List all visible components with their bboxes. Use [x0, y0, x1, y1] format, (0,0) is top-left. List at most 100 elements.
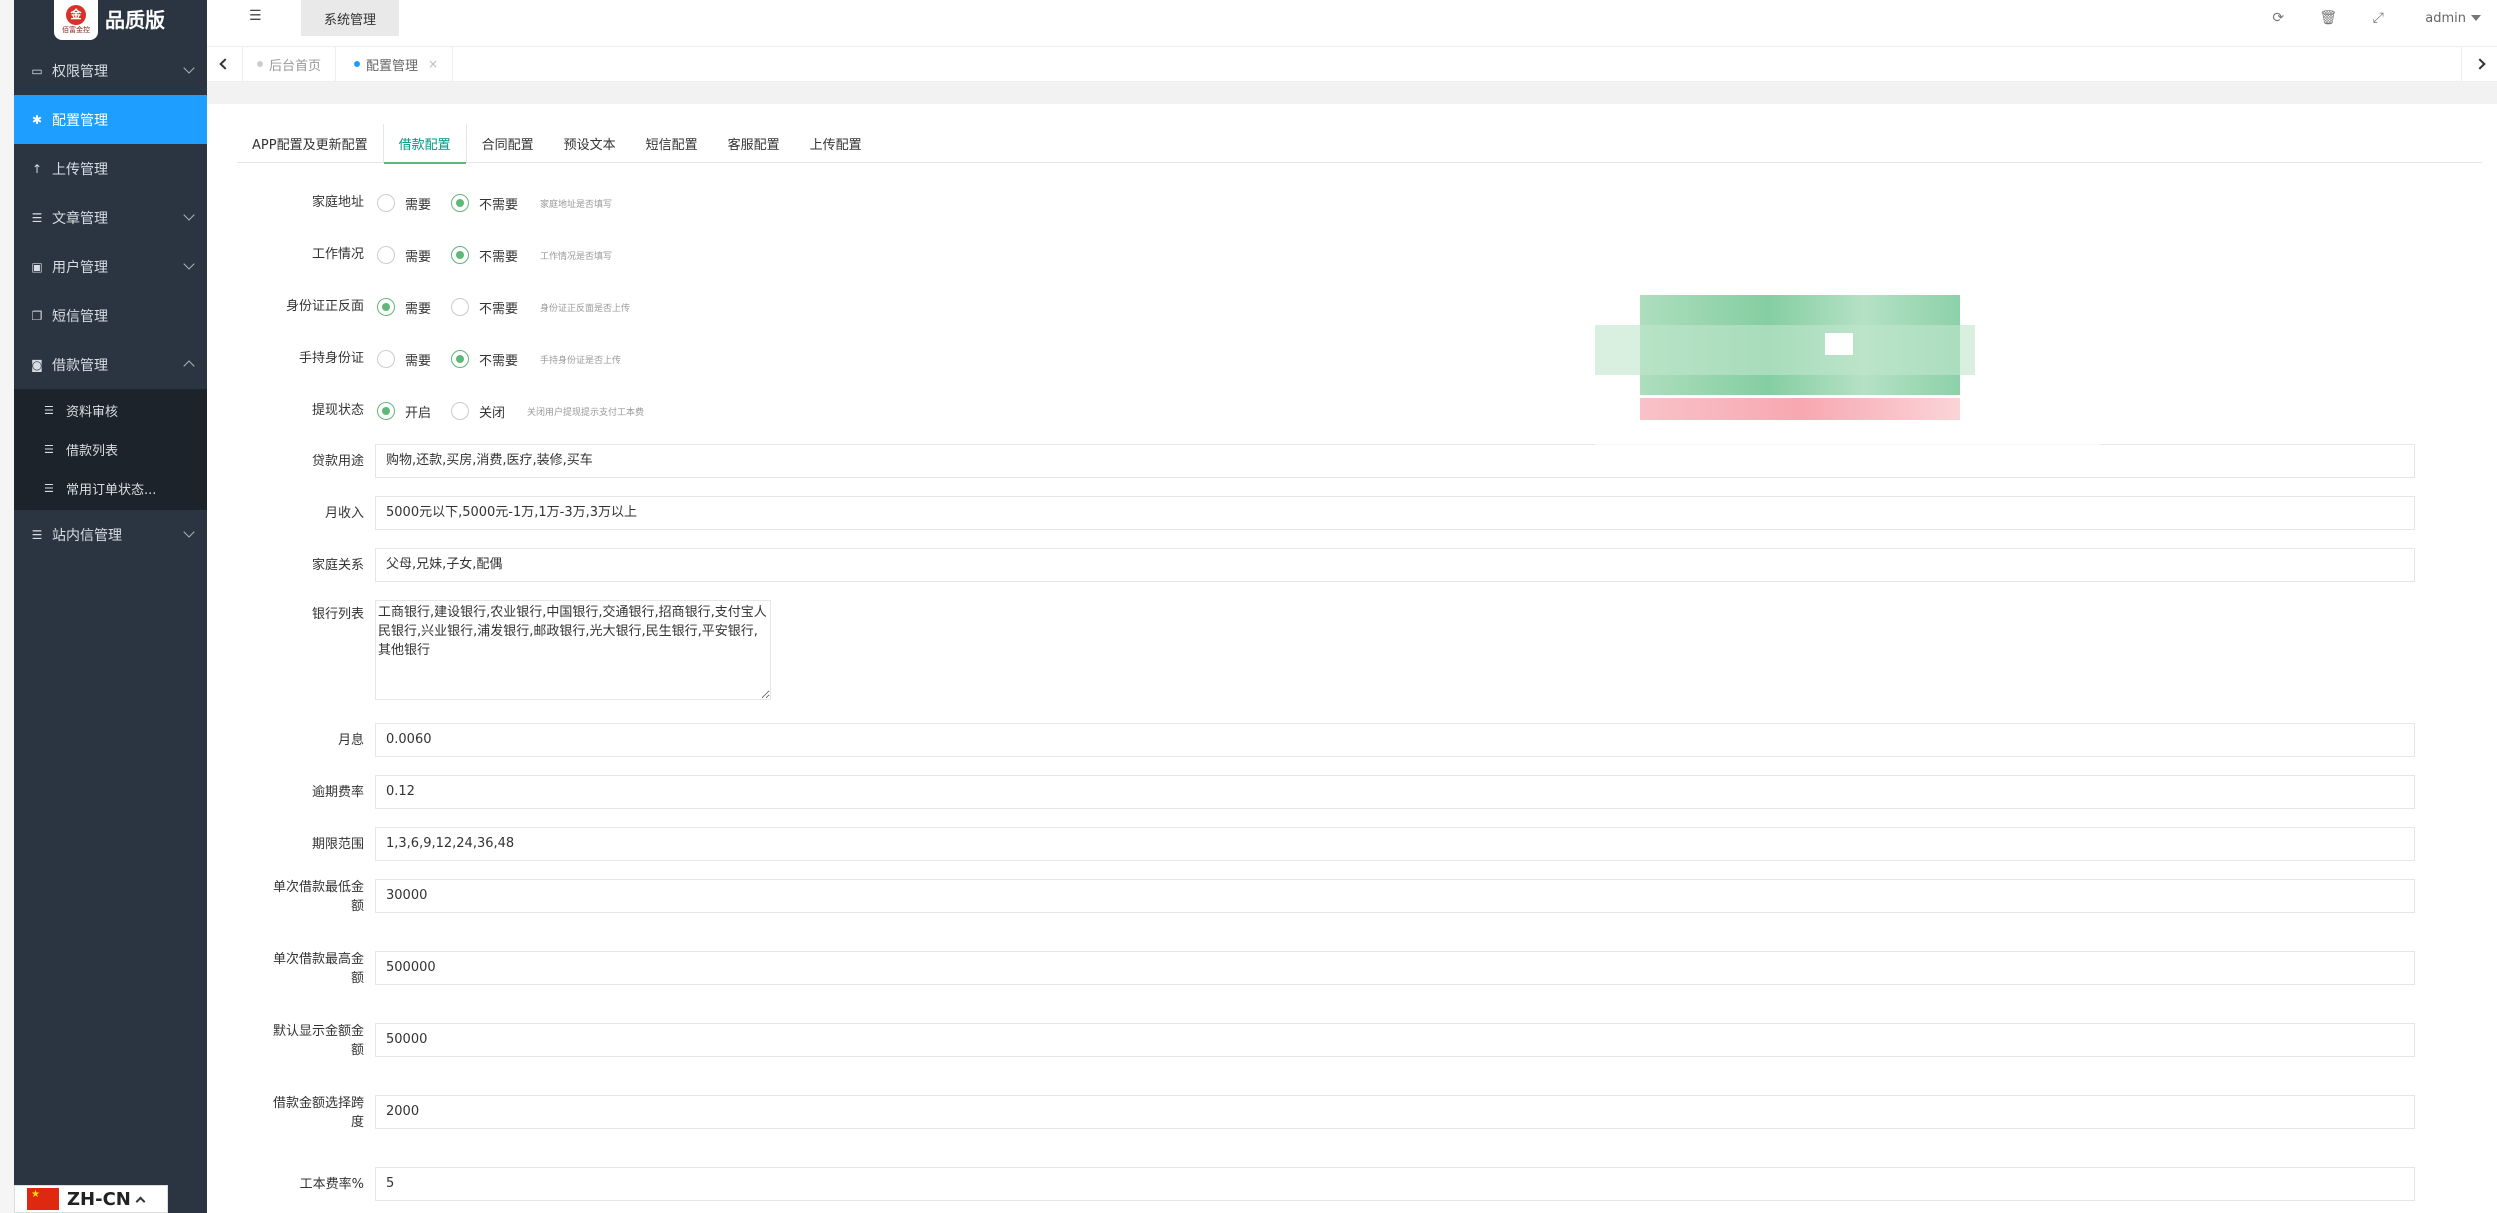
radio-label: 关闭: [479, 405, 506, 421]
chevron-down-icon: [183, 258, 195, 270]
sidebar-subitem-order-status[interactable]: ☰ 常用订单状态...: [14, 469, 207, 508]
radio-option-1[interactable]: 需要: [377, 350, 431, 369]
family-relation-input[interactable]: 父母,兄妹,子女,配偶: [375, 548, 2415, 582]
field-label: 工本费率%: [299, 1177, 364, 1192]
radio-option-2[interactable]: 不需要: [451, 298, 518, 317]
radio-group: 需要 不需要 家庭地址是否填写: [377, 192, 612, 214]
radio-circle: [451, 350, 470, 368]
term-range-input[interactable]: 1,3,6,9,12,24,36,48: [375, 827, 2415, 861]
radio-option-2[interactable]: 关闭: [451, 402, 505, 421]
monthly-interest-input[interactable]: 0.0060: [375, 723, 2415, 757]
label-line-2: 额: [350, 899, 364, 914]
sidebar-subitem-label: 资料审核: [66, 405, 119, 420]
radio-option-1[interactable]: 需要: [377, 194, 431, 213]
refresh-icon[interactable]: ⟳: [2253, 10, 2303, 26]
bank-list-textarea[interactable]: 工商银行,建设银行,农业银行,中国银行,交通银行,招商银行,支付宝人民银行,兴业…: [375, 600, 771, 700]
sidebar-item-label: 权限管理: [52, 63, 108, 80]
min-amount-input[interactable]: 30000: [375, 879, 2415, 913]
sidebar-subitem-review[interactable]: ☰ 资料审核: [14, 391, 207, 430]
radio-label: 不需要: [479, 301, 519, 317]
sidebar-item-articles[interactable]: ☰ 文章管理: [14, 193, 207, 242]
tabs-scroll-right[interactable]: [2461, 47, 2497, 81]
radio-option-2[interactable]: 不需要: [451, 246, 518, 265]
radio-circle: [377, 298, 395, 316]
page-tab-home[interactable]: 后台首页: [243, 47, 337, 81]
tabs-scroll-left[interactable]: [207, 47, 243, 81]
field-label: 贷款用途: [311, 454, 364, 469]
field-label: 手持身份证: [298, 351, 364, 366]
label-line-2: 额: [350, 1043, 364, 1058]
tab-upload-config[interactable]: 上传配置: [795, 124, 877, 163]
sidebar-item-upload[interactable]: ↑ 上传管理: [14, 144, 207, 193]
tab-service-config[interactable]: 客服配置: [713, 124, 795, 163]
radio-label: 开启: [405, 405, 432, 421]
tab-app-config[interactable]: APP配置及更新配置: [237, 124, 383, 163]
field-label: 家庭关系: [311, 558, 364, 573]
fullscreen-icon[interactable]: ⤢: [2353, 10, 2403, 26]
radio-circle: [451, 246, 470, 264]
copy-icon: ❐: [31, 308, 43, 323]
sidebar-subitem-loan-list[interactable]: ☰ 借款列表: [14, 430, 207, 469]
radio-option-2[interactable]: 不需要: [451, 194, 518, 213]
field-label: 默认显示金额金额: [244, 1022, 364, 1060]
gear-icon: ✱: [31, 112, 43, 127]
sidebar-item-permissions[interactable]: ▭ 权限管理: [14, 46, 207, 95]
sidebar-subitem-label: 常用订单状态...: [66, 483, 157, 498]
sidebar-item-loans[interactable]: ◙ 借款管理: [14, 340, 207, 389]
field-label: 借款金额选择跨度: [244, 1094, 364, 1132]
radio-group: 需要 不需要 手持身份证是否上传: [377, 348, 621, 370]
config-tabs: APP配置及更新配置 借款配置 合同配置 预设文本 短信配置 客服配置 上传配置: [237, 124, 2482, 164]
list-icon: ☰: [31, 527, 43, 542]
radio-circle: [451, 402, 470, 420]
radio-group: 需要 不需要 身份证正反面是否上传: [377, 296, 630, 318]
sidebar-item-label: 文章管理: [52, 210, 108, 227]
page-tab-label: 后台首页: [269, 58, 322, 74]
menu-toggle-icon[interactable]: ☰: [249, 8, 262, 24]
field-label: 身份证正反面: [285, 299, 364, 314]
chevron-up-icon: [135, 1196, 146, 1207]
label-line-1: 单次借款最高金: [272, 952, 364, 967]
china-flag-icon: [27, 1188, 59, 1210]
field-label: 单次借款最高金额: [244, 950, 364, 988]
redacted-watermark: [1595, 295, 2100, 445]
radio-option-1[interactable]: 需要: [377, 298, 431, 317]
loan-purpose-input[interactable]: 购物,还款,买房,消费,医疗,装修,买车: [375, 444, 2415, 478]
tab-sms-config[interactable]: 短信配置: [631, 124, 713, 163]
amount-step-input[interactable]: 2000: [375, 1095, 2415, 1129]
brand-name: 品质版: [105, 8, 165, 32]
overdue-rate-input[interactable]: 0.12: [375, 775, 2415, 809]
label-line-1: 借款金额选择跨: [272, 1096, 364, 1111]
close-icon[interactable]: ×: [428, 57, 438, 71]
max-amount-input[interactable]: 500000: [375, 951, 2415, 985]
cost-rate-input[interactable]: 5: [375, 1167, 2415, 1201]
system-management-tab[interactable]: 系统管理: [301, 0, 399, 36]
radio-group: 需要 不需要 工作情况是否填写: [377, 244, 612, 266]
field-label: 期限范围: [311, 837, 364, 852]
tab-contract-config[interactable]: 合同配置: [467, 124, 549, 163]
monthly-income-input[interactable]: 5000元以下,5000元-1万,1万-3万,3万以上: [375, 496, 2415, 530]
field-hint: 工作情况是否填写: [540, 251, 613, 262]
radio-option-1[interactable]: 需要: [377, 246, 431, 265]
language-selector[interactable]: ZH-CN: [14, 1185, 168, 1213]
default-amount-input[interactable]: 50000: [375, 1023, 2415, 1057]
loans-submenu: ☰ 资料审核 ☰ 借款列表 ☰ 常用订单状态...: [14, 389, 207, 510]
radio-label: 需要: [405, 249, 432, 265]
page-tab-config[interactable]: 配置管理 ×: [340, 47, 454, 81]
sidebar-item-config[interactable]: ✱ 配置管理: [14, 95, 207, 144]
radio-circle: [377, 350, 395, 368]
brand-logo: 金 佰富金控: [54, 0, 98, 40]
sidebar-item-users[interactable]: ▣ 用户管理: [14, 242, 207, 291]
tab-preset-text[interactable]: 预设文本: [549, 124, 631, 163]
tab-loan-config[interactable]: 借款配置: [382, 124, 467, 164]
radio-option-2[interactable]: 不需要: [451, 350, 518, 369]
chevron-down-icon: [183, 526, 195, 538]
radio-circle: [377, 194, 395, 212]
radio-option-1[interactable]: 开启: [377, 402, 431, 421]
user-menu[interactable]: admin: [2403, 11, 2497, 26]
logo-badge: 金: [66, 5, 86, 25]
sidebar-item-messages[interactable]: ☰ 站内信管理: [14, 510, 207, 559]
logo-area: 金 佰富金控 品质版: [14, 0, 207, 40]
field-label: 单次借款最低金额: [244, 878, 364, 916]
trash-icon[interactable]: 🗑: [2303, 10, 2353, 26]
sidebar-item-sms[interactable]: ❐ 短信管理: [14, 291, 207, 340]
